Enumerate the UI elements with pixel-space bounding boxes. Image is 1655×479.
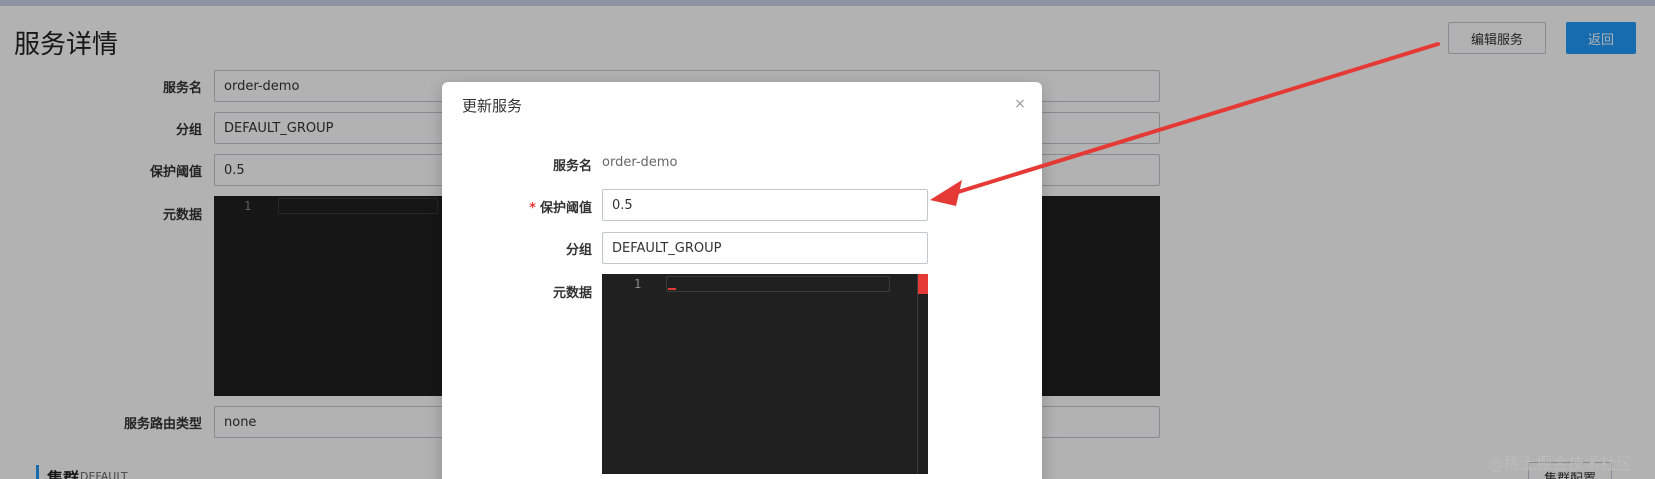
annotation-arrow — [930, 42, 1440, 206]
watermark: @稀土掘金技术社区 — [1488, 454, 1633, 473]
arrow-head — [930, 180, 962, 206]
arrow-shaft — [943, 42, 1440, 198]
